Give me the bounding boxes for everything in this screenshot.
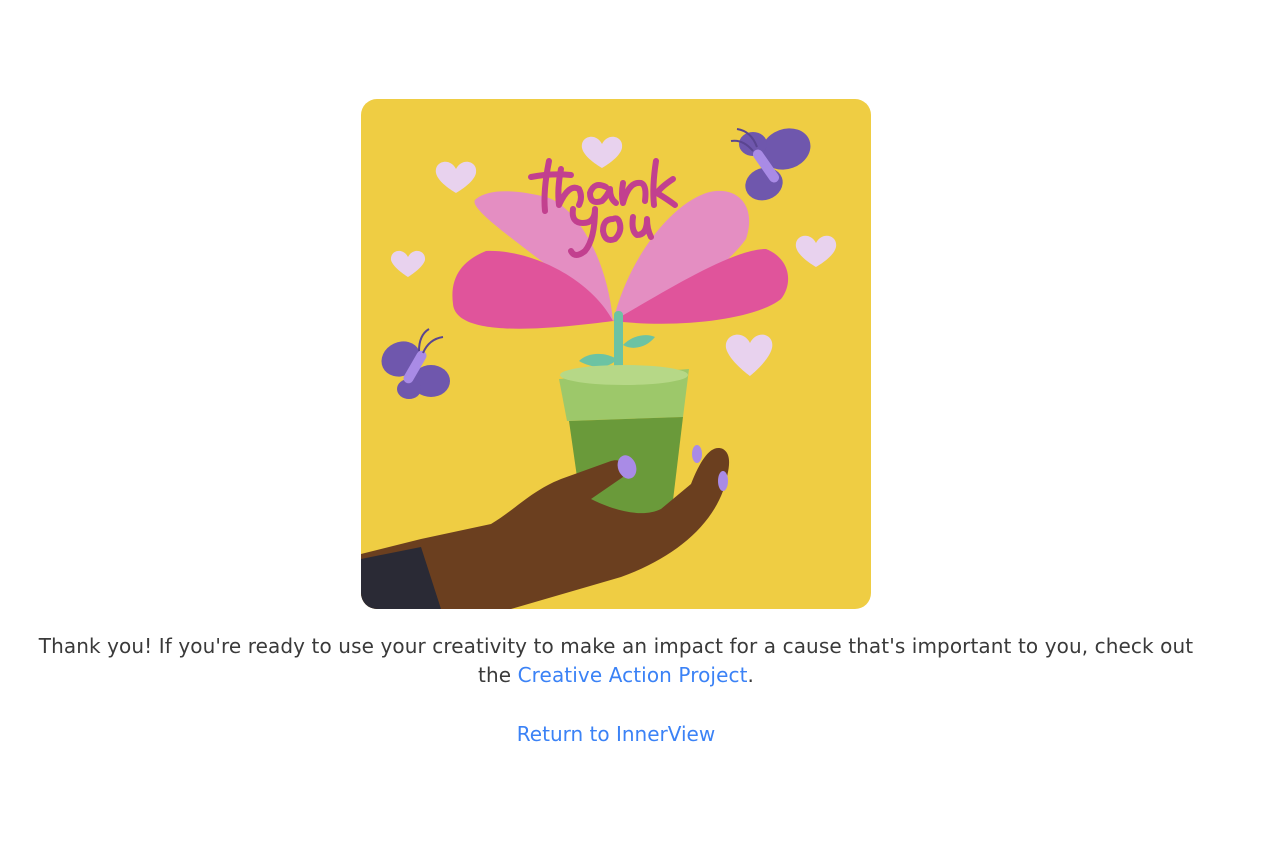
thank-you-page: Thank you! If you're ready to use your c…: [0, 0, 1280, 849]
message-period: .: [747, 663, 754, 687]
thank-you-message: Thank you! If you're ready to use your c…: [20, 632, 1212, 690]
return-to-innerview-link[interactable]: Return to InnerView: [517, 722, 715, 746]
creative-action-project-link[interactable]: Creative Action Project: [518, 663, 748, 687]
return-link-container: Return to InnerView: [0, 720, 1232, 749]
thank-you-illustration: [361, 99, 871, 609]
